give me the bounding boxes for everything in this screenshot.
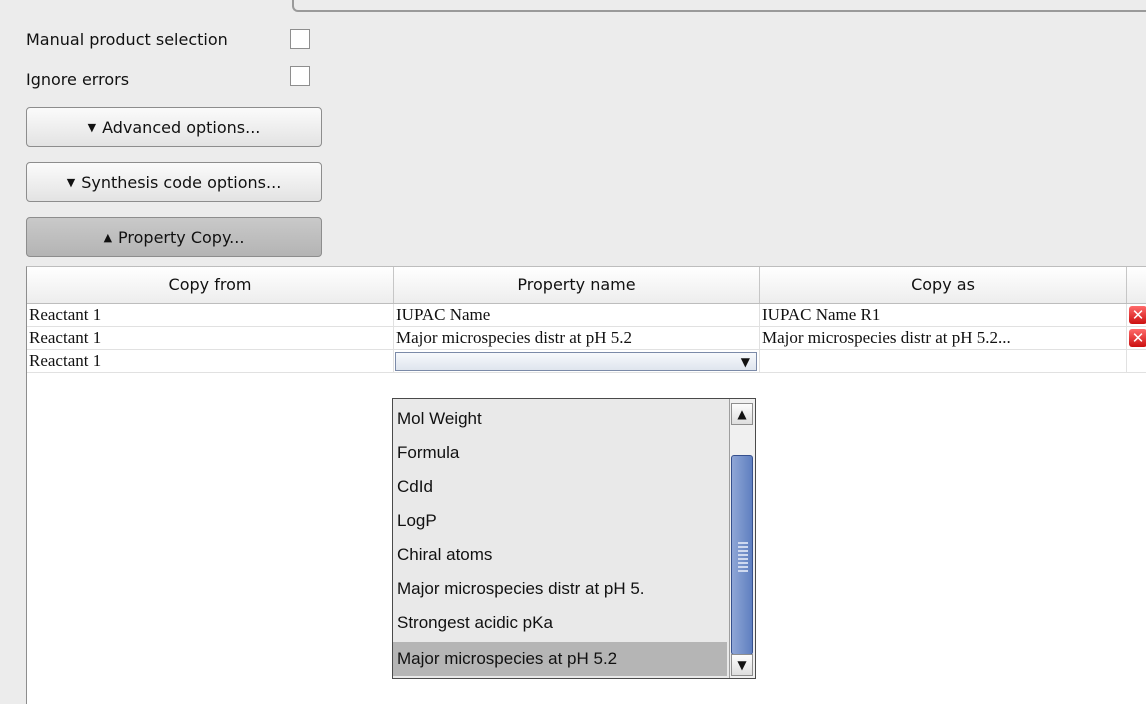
top-panel-border (292, 0, 1146, 12)
delete-row-icon[interactable]: ✕ (1129, 306, 1146, 324)
dropdown-option[interactable]: Formula (393, 436, 727, 470)
ignore-errors-label: Ignore errors (26, 70, 130, 89)
copy-from-cell[interactable]: Reactant 1 (27, 350, 394, 372)
dropdown-option[interactable]: Mol Weight (393, 402, 727, 436)
delete-row-icon[interactable]: ✕ (1129, 329, 1146, 347)
triangle-up-icon: ▲ (103, 230, 113, 244)
manual-product-selection-checkbox[interactable] (290, 29, 310, 49)
copy-as-cell[interactable] (760, 350, 1127, 372)
dropdown-option[interactable]: LogP (393, 504, 727, 538)
chevron-down-icon[interactable]: ▼ (741, 353, 750, 371)
table-row[interactable]: Reactant 1 ▼ (27, 350, 1146, 373)
header-property-name[interactable]: Property name (394, 267, 760, 303)
dropdown-option-selected[interactable]: Major microspecies at pH 5.2 (393, 642, 727, 676)
synthesis-code-options-label: Synthesis code options... (81, 172, 282, 192)
advanced-options-button[interactable]: ▼ Advanced options... (26, 107, 322, 147)
dropdown-option[interactable]: Major microspecies distr at pH 5. (393, 572, 727, 606)
table-header: Copy from Property name Copy as (27, 267, 1146, 304)
property-copy-label: Property Copy... (118, 227, 245, 247)
synthesis-code-options-button[interactable]: ▼ Synthesis code options... (26, 162, 322, 202)
scroll-up-arrow-icon[interactable]: ▲ (731, 403, 753, 425)
property-name-cell[interactable]: IUPAC Name (394, 304, 760, 326)
advanced-options-label: Advanced options... (102, 117, 261, 137)
table-row[interactable]: Reactant 1 Major microspecies distr at p… (27, 327, 1146, 350)
copy-from-cell[interactable]: Reactant 1 (27, 327, 394, 349)
scrollbar-thumb[interactable] (731, 455, 753, 655)
dropdown-scrollbar[interactable]: ▲ ▼ (729, 399, 755, 678)
copy-as-cell[interactable]: IUPAC Name R1 (760, 304, 1127, 326)
ignore-errors-checkbox[interactable] (290, 66, 310, 86)
manual-product-selection-label: Manual product selection (26, 30, 228, 49)
dropdown-option[interactable]: Strongest acidic pKa (393, 606, 727, 640)
copy-as-cell[interactable]: Major microspecies distr at pH 5.2... (760, 327, 1127, 349)
scroll-down-arrow-icon[interactable]: ▼ (731, 654, 753, 676)
property-dropdown-list[interactable]: Mol Weight Formula CdId LogP Chiral atom… (392, 398, 756, 679)
property-name-combobox[interactable]: ▼ (395, 352, 757, 371)
grip-icon (738, 540, 748, 572)
copy-from-cell[interactable]: Reactant 1 (27, 304, 394, 326)
dropdown-option[interactable]: CdId (393, 470, 727, 504)
triangle-down-icon: ▼ (87, 120, 97, 134)
property-copy-button[interactable]: ▲ Property Copy... (26, 217, 322, 257)
table-row[interactable]: Reactant 1 IUPAC Name IUPAC Name R1 ✕ (27, 304, 1146, 327)
header-copy-from[interactable]: Copy from (27, 267, 394, 303)
triangle-down-icon: ▼ (66, 175, 76, 189)
header-copy-as[interactable]: Copy as (760, 267, 1127, 303)
property-name-cell[interactable]: Major microspecies distr at pH 5.2 (394, 327, 760, 349)
dropdown-option[interactable]: Chiral atoms (393, 538, 727, 572)
